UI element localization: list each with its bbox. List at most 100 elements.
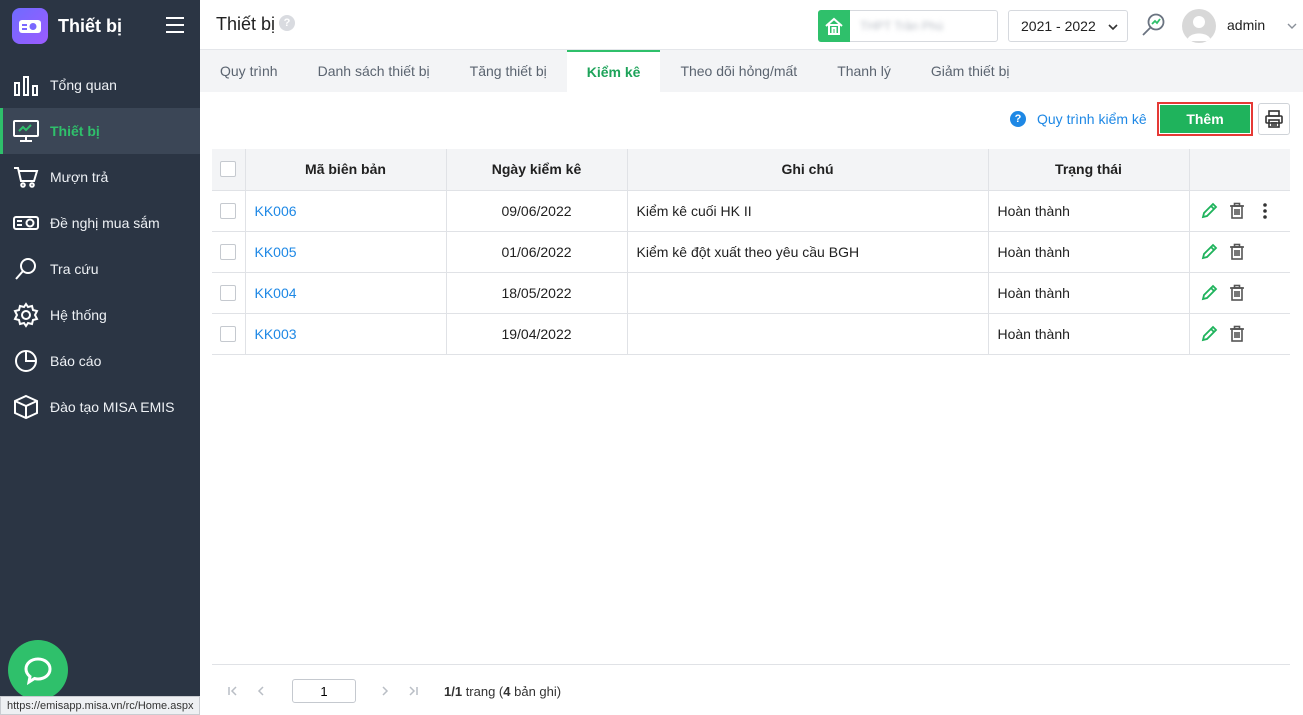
tab-thanh-ly[interactable]: Thanh lý [817, 50, 911, 92]
sidebar-item-bao-cao[interactable]: Báo cáo [0, 338, 200, 384]
status-cell: Hoàn thành [988, 189, 1190, 231]
sidebar-menu: Tổng quan Thiết bị Mượn trả Đề nghị mua … [0, 62, 200, 430]
school-year-value: 2021 - 2022 [1021, 18, 1096, 34]
top-header: Thiết bị ? THPT Trần Phú 2021 - 2022 adm… [200, 0, 1303, 50]
row-check-cell [212, 271, 246, 313]
code-cell: KK005 [245, 230, 447, 272]
page-number-input[interactable] [292, 679, 356, 703]
process-guide-link[interactable]: ? Quy trình kiểm kê [1010, 111, 1147, 127]
school-year-select[interactable]: 2021 - 2022 [1008, 10, 1128, 42]
pager-records-text: bản ghi) [510, 683, 562, 699]
pager: 1/1 trang (4 bản ghi) [226, 678, 561, 704]
sidebar-item-muon-tra[interactable]: Mượn trả [0, 154, 200, 200]
code-link[interactable]: KK003 [255, 326, 297, 342]
inventory-table: Mã biên bản Ngày kiểm kê Ghi chú Trạng t… [212, 149, 1290, 355]
cart-icon [12, 163, 40, 191]
school-selector[interactable]: THPT Trần Phú [818, 10, 998, 42]
analytics-search-icon[interactable] [1140, 12, 1166, 38]
sidebar-item-tong-quan[interactable]: Tổng quan [0, 62, 200, 108]
sidebar-item-label: Tổng quan [50, 77, 117, 93]
column-header-code[interactable]: Mã biên bản [245, 149, 447, 190]
tab-theo-doi-hong-mat[interactable]: Theo dõi hỏng/mất [660, 50, 817, 92]
trash-icon[interactable] [1228, 243, 1246, 261]
date-cell: 18/05/2022 [446, 271, 628, 313]
code-cell: KK003 [245, 312, 447, 355]
trash-icon[interactable] [1228, 284, 1246, 302]
column-header-actions [1189, 149, 1290, 190]
table-row[interactable]: KK004 18/05/2022 Hoàn thành [212, 271, 1290, 313]
tab-giam-thiet-bi[interactable]: Giảm thiết bị [911, 50, 1030, 92]
chart-bars-icon [12, 71, 40, 99]
trash-icon[interactable] [1228, 202, 1246, 220]
sidebar-item-label: Tra cứu [50, 261, 99, 277]
actions-cell [1189, 312, 1290, 355]
add-button-label: Thêm [1160, 105, 1250, 133]
print-button[interactable] [1258, 103, 1290, 135]
sidebar-item-he-thong[interactable]: Hệ thống [0, 292, 200, 338]
more-vertical-icon[interactable] [1256, 202, 1274, 220]
module-tabs: Quy trình Danh sách thiết bị Tăng thiết … [200, 50, 1303, 92]
note-cell [627, 312, 989, 355]
date-cell: 09/06/2022 [446, 189, 628, 231]
monitor-icon [12, 117, 40, 145]
column-header-date[interactable]: Ngày kiểm kê [446, 149, 628, 190]
tab-quy-trinh[interactable]: Quy trình [200, 50, 298, 92]
school-home-icon [818, 10, 850, 42]
sidebar-item-label: Đề nghị mua sắm [50, 215, 160, 231]
row-checkbox[interactable] [220, 243, 237, 260]
sidebar-item-label: Mượn trả [50, 169, 109, 185]
sidebar-item-label: Hệ thống [50, 307, 107, 323]
edit-pencil-icon[interactable] [1200, 202, 1218, 220]
select-all-checkbox[interactable] [220, 161, 237, 178]
tab-tang-thiet-bi[interactable]: Tăng thiết bị [450, 50, 567, 92]
next-page-icon[interactable] [378, 684, 392, 698]
edit-pencil-icon[interactable] [1200, 325, 1218, 343]
sidebar-item-dao-tao[interactable]: Đào tạo MISA EMIS [0, 384, 200, 430]
row-checkbox[interactable] [220, 284, 237, 301]
row-checkbox[interactable] [220, 202, 237, 219]
table-row[interactable]: KK006 09/06/2022 Kiểm kê cuối HK II Hoàn… [212, 189, 1290, 231]
date-cell: 01/06/2022 [446, 230, 628, 272]
tab-kiem-ke[interactable]: Kiểm kê [566, 50, 661, 92]
column-header-status[interactable]: Trạng thái [988, 149, 1190, 190]
row-checkbox[interactable] [220, 325, 237, 342]
app-logo-icon [12, 8, 48, 44]
first-page-icon[interactable] [226, 684, 240, 698]
username[interactable]: admin [1227, 17, 1265, 33]
row-check-cell [212, 230, 246, 272]
page-info: 1/1 trang (4 bản ghi) [444, 684, 561, 699]
code-link[interactable]: KK005 [255, 244, 297, 260]
trash-icon[interactable] [1228, 325, 1246, 343]
pager-trang-text: trang ( [462, 683, 504, 699]
avatar[interactable] [1182, 9, 1216, 43]
sidebar-item-label: Thiết bị [50, 123, 100, 139]
tab-danh-sach-thiet-bi[interactable]: Danh sách thiết bị [298, 50, 450, 92]
edit-pencil-icon[interactable] [1200, 284, 1218, 302]
edit-pencil-icon[interactable] [1200, 243, 1218, 261]
chat-icon [24, 657, 52, 685]
row-check-cell [212, 189, 246, 231]
add-button[interactable]: Thêm [1157, 102, 1253, 136]
sidebar-item-tra-cuu[interactable]: Tra cứu [0, 246, 200, 292]
help-icon[interactable]: ? [279, 15, 295, 31]
date-cell: 19/04/2022 [446, 312, 628, 355]
hamburger-menu-icon[interactable] [166, 17, 184, 33]
table-header-row: Mã biên bản Ngày kiểm kê Ghi chú Trạng t… [212, 149, 1290, 190]
code-link[interactable]: KK006 [255, 203, 297, 219]
table-row[interactable]: KK003 19/04/2022 Hoàn thành [212, 312, 1290, 355]
sidebar-item-thiet-bi[interactable]: Thiết bị [0, 108, 200, 154]
gear-icon [12, 301, 40, 329]
note-cell: Kiểm kê cuối HK II [627, 189, 989, 231]
note-cell [627, 271, 989, 313]
chevron-down-icon[interactable] [1286, 19, 1298, 35]
sidebar-item-de-nghi-mua-sam[interactable]: Đề nghị mua sắm [0, 200, 200, 246]
table-row[interactable]: KK005 01/06/2022 Kiểm kê đột xuất theo y… [212, 230, 1290, 272]
last-page-icon[interactable] [406, 684, 420, 698]
actions-cell [1189, 189, 1290, 231]
actions-cell [1189, 230, 1290, 272]
prev-page-icon[interactable] [254, 684, 268, 698]
chat-support-button[interactable] [8, 640, 68, 700]
column-header-note[interactable]: Ghi chú [627, 149, 989, 190]
code-link[interactable]: KK004 [255, 285, 297, 301]
code-cell: KK006 [245, 189, 447, 231]
